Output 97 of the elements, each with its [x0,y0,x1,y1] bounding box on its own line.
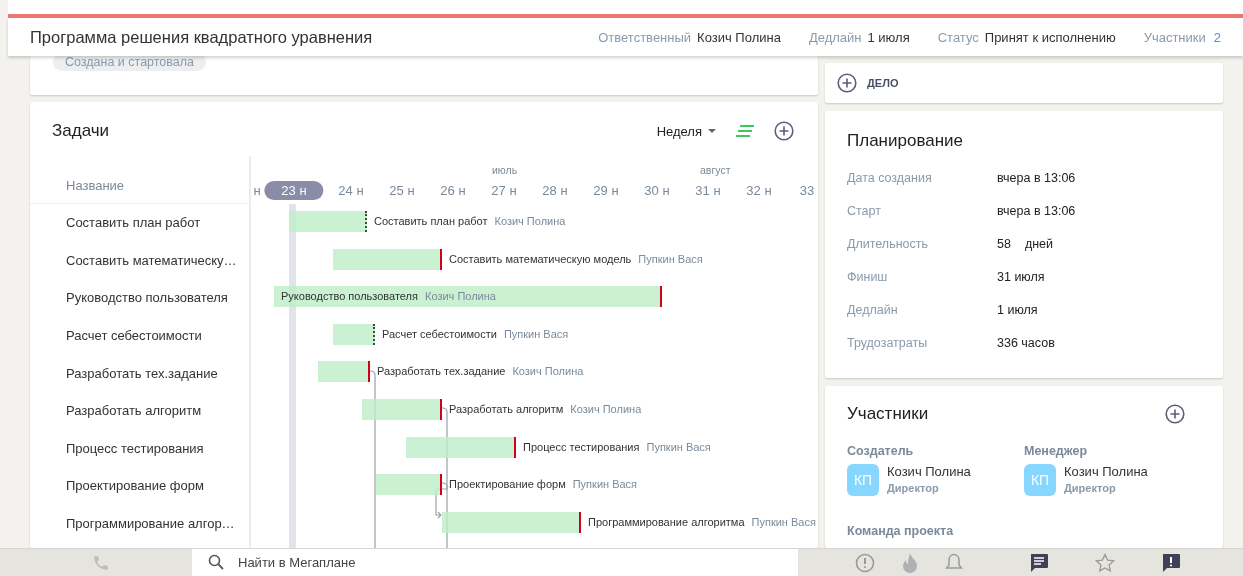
week-label[interactable]: 24 н [338,181,364,200]
task-bar[interactable] [333,323,375,345]
participants-label[interactable]: Участники [1143,29,1206,45]
week-label[interactable]: 25 н [389,181,415,200]
column-header: Название [66,178,125,193]
person-name[interactable]: Козич Полина [1064,464,1148,479]
field-label: Дедлайн [847,303,899,319]
field-value: 1 июля [867,29,910,45]
person-position: Директор [1064,482,1117,494]
week-label[interactable]: 27 н [491,181,517,200]
bar-assignee: Пупкин Вася [572,478,638,491]
task-bar[interactable] [274,286,662,308]
week-label[interactable]: 33 [799,181,815,200]
bar-assignee: Козич Полина [512,365,584,378]
field-value: 31 июля [997,270,1045,286]
week-label[interactable]: 23 н [264,181,324,200]
task-name[interactable]: Программирование алгор… [66,516,235,532]
field-value: 58 [997,237,1011,253]
week-label[interactable]: 30 н [644,181,670,200]
bar-assignee: Пупкин Вася [503,327,569,340]
phone-icon[interactable] [92,553,110,572]
project-title: Программа решения квадратного уравнения [30,27,373,47]
field-label: Старт [847,204,882,220]
task-name[interactable]: Разработать тех.задание [66,365,218,381]
bar-assignee: Козич Полина [425,290,496,303]
bar-label: Программирование алгоритма [588,515,745,528]
week-label[interactable]: 26 н [440,181,466,200]
field-unit: дней [1024,237,1054,253]
avatar: КП [847,464,879,496]
field-label: Дедлайн [808,29,862,45]
task-name[interactable]: Расчет себестоимости [66,328,202,344]
week-label[interactable]: 32 н [746,181,772,200]
search-icon [208,554,224,570]
task-name[interactable]: Руководство пользователя [66,290,228,306]
bar-assignee: Пупкин Вася [751,515,816,528]
add-icon[interactable] [774,121,794,141]
alert-icon[interactable] [855,552,875,573]
task-bar[interactable] [376,474,442,496]
bar-label: Расчет себестоимости [382,327,497,340]
bar-label: Процесс тестирования [523,440,640,453]
add-action-button[interactable]: ДЕЛО [837,73,899,93]
task-bar[interactable] [362,399,442,420]
week-label[interactable]: 29 н [593,181,619,200]
avatar: КП [1024,464,1056,496]
week-label[interactable]: 31 н [695,181,721,200]
month-label: июль [492,164,518,176]
month-label: август [700,164,731,176]
status-tag: Создана и стартовала [53,56,207,71]
add-icon [837,73,857,93]
field-label: Дата создания [847,171,933,187]
field-label: Статус [937,29,979,45]
bar-assignee: Козич Полина [570,403,642,415]
field-value: вчера в 13:06 [997,171,1076,187]
bar-label: Разработать тех.задание [377,365,506,378]
week-label[interactable]: н [253,181,261,200]
task-name[interactable]: Составить план работ [66,215,201,231]
field-label: Длительность [847,237,929,253]
caret-icon [708,129,716,133]
tasks-title: Задачи [52,121,110,141]
task-name[interactable]: Процесс тестирования [66,440,204,456]
field-label: Ответственный [598,29,692,45]
planning-title: Планирование [847,131,965,151]
field-label: Трудозатраты [847,336,929,352]
alert-chat-icon[interactable] [1161,552,1181,573]
bar-label: Проектирование форм [449,478,566,491]
list-icon[interactable] [736,125,754,137]
role-label: Менеджер [1024,444,1089,458]
bar-assignee: Пупкин Вася [638,252,703,265]
star-icon[interactable] [1095,552,1115,573]
bar-label: Составить математическую модель [449,252,632,265]
task-name[interactable]: Проектирование форм [66,478,204,494]
bar-label: Разработать алгоритм [449,403,564,415]
person-position: Директор [887,482,940,494]
flame-icon[interactable] [902,552,918,573]
task-name[interactable]: Составить математическу… [66,252,237,268]
field-value: вчера в 13:06 [997,204,1076,220]
field-value: Принят к исполнению [984,29,1116,45]
week-label[interactable]: 28 н [542,181,568,200]
add-icon[interactable] [1165,404,1185,424]
field-value: 1 июля [997,303,1038,319]
search-field[interactable]: Найти в Мегаплане [192,549,798,576]
bar-assignee: Козич Полина [494,215,566,227]
field-value: Козич Полина [697,29,781,45]
bar-label: Составить план работ [374,215,488,227]
person-name[interactable]: Козич Полина [887,464,971,479]
bar-label: Руководство пользователя [281,290,418,303]
chat-icon[interactable] [1029,552,1049,573]
task-name[interactable]: Разработать алгоритм [66,403,202,419]
field-value: 336 часов [997,336,1055,352]
participants-count[interactable]: 2 [1213,29,1221,45]
role-label: Создатель [847,444,915,458]
task-bar[interactable] [318,361,370,383]
participants-title: Участники [847,404,929,424]
scale-dropdown[interactable]: Неделя [656,123,716,139]
bar-assignee: Пупкин Вася [646,440,711,453]
field-label: Финиш [847,270,889,286]
team-label: Команда проекта [847,524,954,538]
